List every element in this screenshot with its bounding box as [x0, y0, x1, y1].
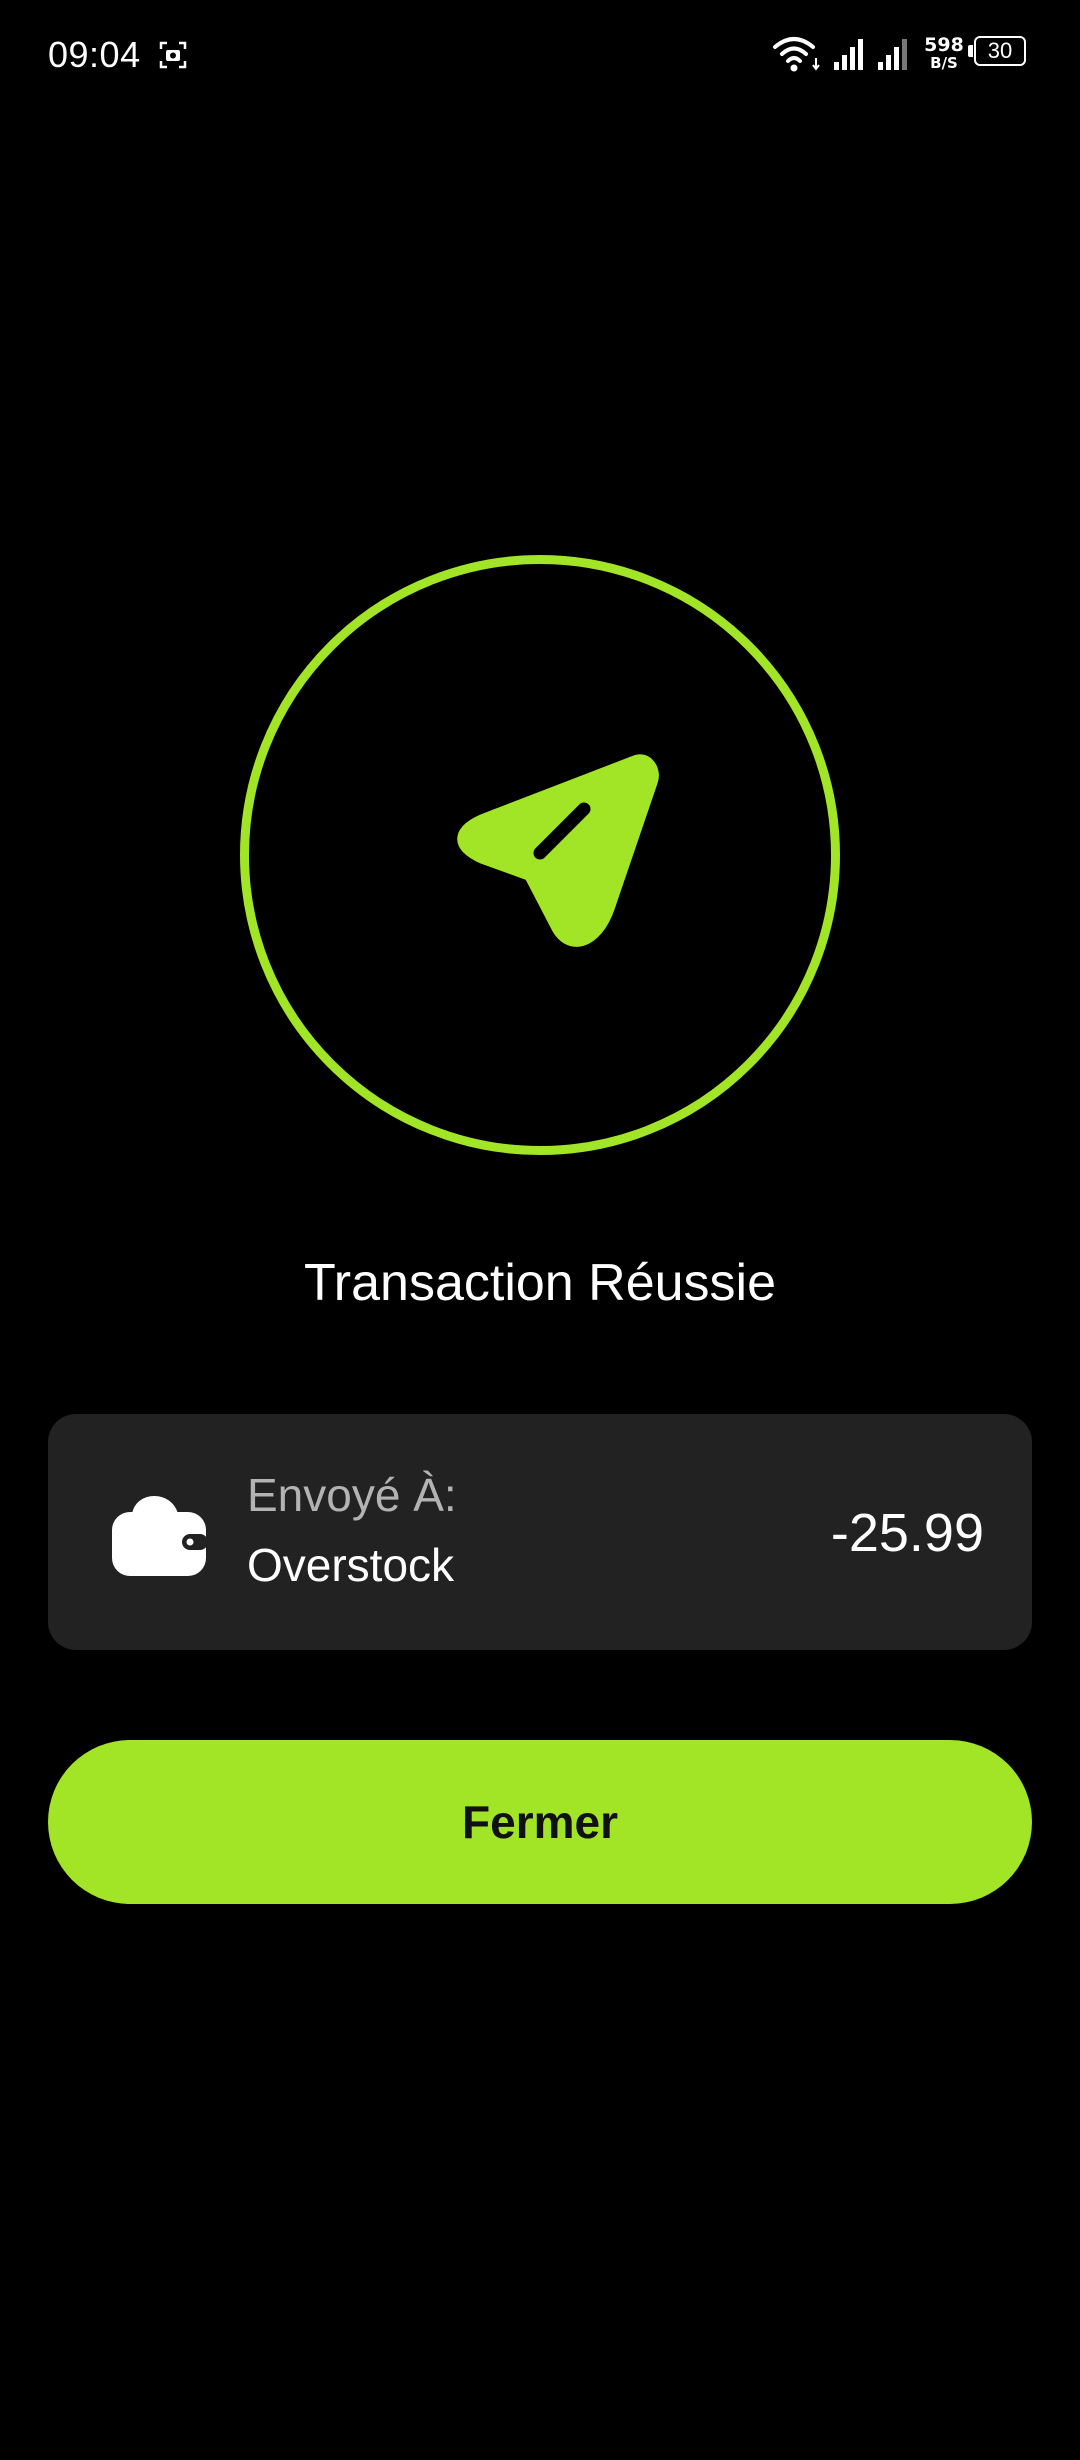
transaction-amount: -25.99	[830, 1503, 984, 1563]
close-button[interactable]: Fermer	[48, 1740, 1032, 1904]
close-button-label: Fermer	[462, 1796, 618, 1848]
sent-to-label: Envoyé À:	[247, 1469, 457, 1521]
result-title: Transaction Réussie	[303, 1254, 777, 1312]
battery-icon: 30	[968, 36, 1032, 70]
status-time: 09:04	[48, 34, 141, 75]
signal-icon	[878, 39, 907, 70]
network-speed: 598 B/S	[922, 36, 966, 72]
network-speed-value: 598	[924, 34, 964, 56]
status-bar: 09:04 598 B/S 30	[0, 0, 1080, 110]
transaction-card: Envoyé À: Overstock -25.99	[48, 1414, 1032, 1650]
signal-icon	[834, 39, 863, 70]
screenshot-icon	[159, 41, 187, 69]
wifi-icon	[773, 37, 820, 72]
battery-level: 30	[987, 38, 1013, 63]
recipient-name: Overstock	[247, 1539, 455, 1591]
network-speed-unit: B/S	[930, 54, 958, 72]
send-arrow-icon	[457, 754, 659, 947]
wallet-icon	[112, 1496, 206, 1576]
